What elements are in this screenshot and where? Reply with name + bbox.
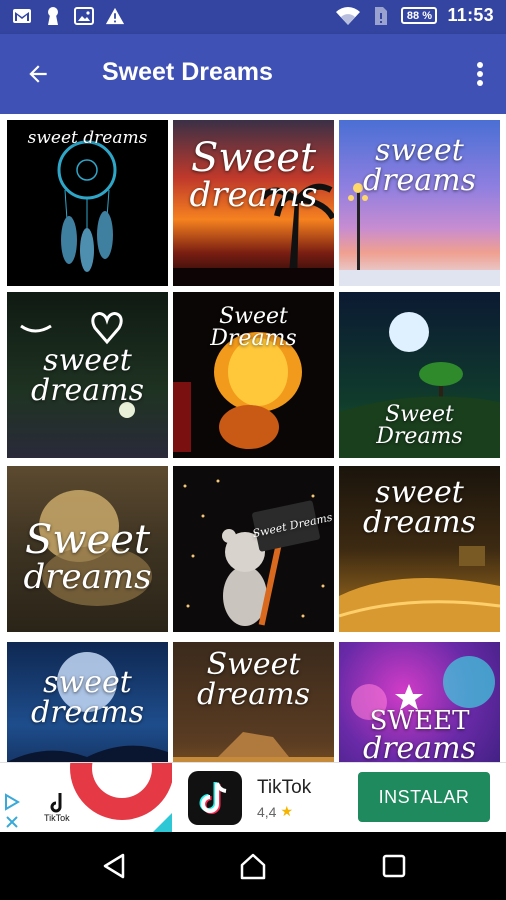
sim-icon [371, 6, 391, 26]
ad-choices[interactable] [4, 793, 20, 831]
warning-icon [105, 6, 125, 26]
grid-tile[interactable]: Sweet dreams [173, 642, 334, 762]
wallpaper-grid[interactable]: sweet dreams Sweet dreams sweet dreams s… [0, 114, 506, 762]
gmail-icon [12, 6, 32, 26]
battery-icon: 88 % [401, 7, 438, 24]
ad-rating: 4,4 ★ [257, 803, 293, 820]
tile-caption: Sweet Dreams [376, 402, 463, 449]
install-button[interactable]: INSTALAR [358, 772, 490, 822]
close-icon [6, 816, 18, 828]
arrow-back-icon [29, 65, 47, 83]
recents-icon [382, 854, 406, 878]
more-vert-icon [477, 62, 483, 86]
grid-tile[interactable]: sweet dreams [339, 466, 500, 632]
grid-tile[interactable]: sweet dreams [7, 292, 168, 458]
ad-app-name: TikTok [257, 777, 312, 798]
clock: 11:53 [447, 5, 494, 25]
home-icon [240, 853, 266, 880]
overflow-menu-button[interactable] [468, 56, 492, 92]
tile-caption: SWEET dreams [362, 706, 477, 762]
page-title: Sweet Dreams [102, 58, 273, 86]
ad-rating-value: 4,4 [257, 803, 277, 820]
teddy-bear-image [183, 479, 325, 626]
tile-caption: sweet dreams [27, 128, 148, 148]
status-notifications [12, 6, 125, 26]
tile-caption: sweet dreams [362, 133, 477, 198]
ad-thumbnail[interactable]: TikTok [22, 763, 172, 833]
keyhole-icon [43, 6, 63, 26]
tile-caption: Sweet dreams [23, 517, 152, 597]
app-bar: Sweet Dreams [0, 34, 506, 114]
grid-tile[interactable]: sweet dreams [7, 642, 168, 762]
grid-tile[interactable]: Sweet Dreams [173, 466, 334, 632]
nav-recents-button[interactable] [378, 850, 410, 882]
grid-tile[interactable]: SWEET dreams [339, 642, 500, 762]
tile-caption: Sweet dreams [196, 647, 311, 712]
nav-home-button[interactable] [237, 850, 269, 882]
nav-back-button[interactable] [98, 850, 130, 882]
ad-banner[interactable]: TikTok TikTok 4,4 ★ INSTALAR [0, 762, 506, 833]
ad-thumb-label: TikTok [44, 813, 70, 823]
grid-tile[interactable]: Sweet Dreams [173, 292, 334, 458]
tile-caption: Sweet Dreams [210, 304, 297, 351]
grid-tile[interactable]: Sweet Dreams [339, 292, 500, 458]
image-icon [74, 6, 94, 26]
back-triangle-icon [103, 853, 125, 879]
wifi-icon [335, 6, 361, 26]
tile-caption: sweet dreams [30, 343, 145, 408]
grid-tile[interactable]: Sweet dreams [7, 466, 168, 632]
status-system: 88 % 11:53 [335, 5, 494, 26]
star-icon: ★ [280, 803, 294, 819]
grid-tile[interactable]: sweet dreams [7, 120, 168, 286]
back-button[interactable] [18, 54, 58, 94]
grid-tile[interactable]: Sweet dreams [173, 120, 334, 286]
tiktok-logo-icon[interactable] [188, 771, 242, 825]
adchoices-icon [5, 793, 20, 811]
tile-caption: Sweet dreams [189, 135, 318, 215]
status-bar: 88 % 11:53 [0, 0, 506, 34]
tile-caption: sweet dreams [362, 475, 477, 540]
grid-tile[interactable]: sweet dreams [339, 120, 500, 286]
tile-caption: sweet dreams [30, 665, 145, 730]
system-nav-bar [0, 832, 506, 900]
